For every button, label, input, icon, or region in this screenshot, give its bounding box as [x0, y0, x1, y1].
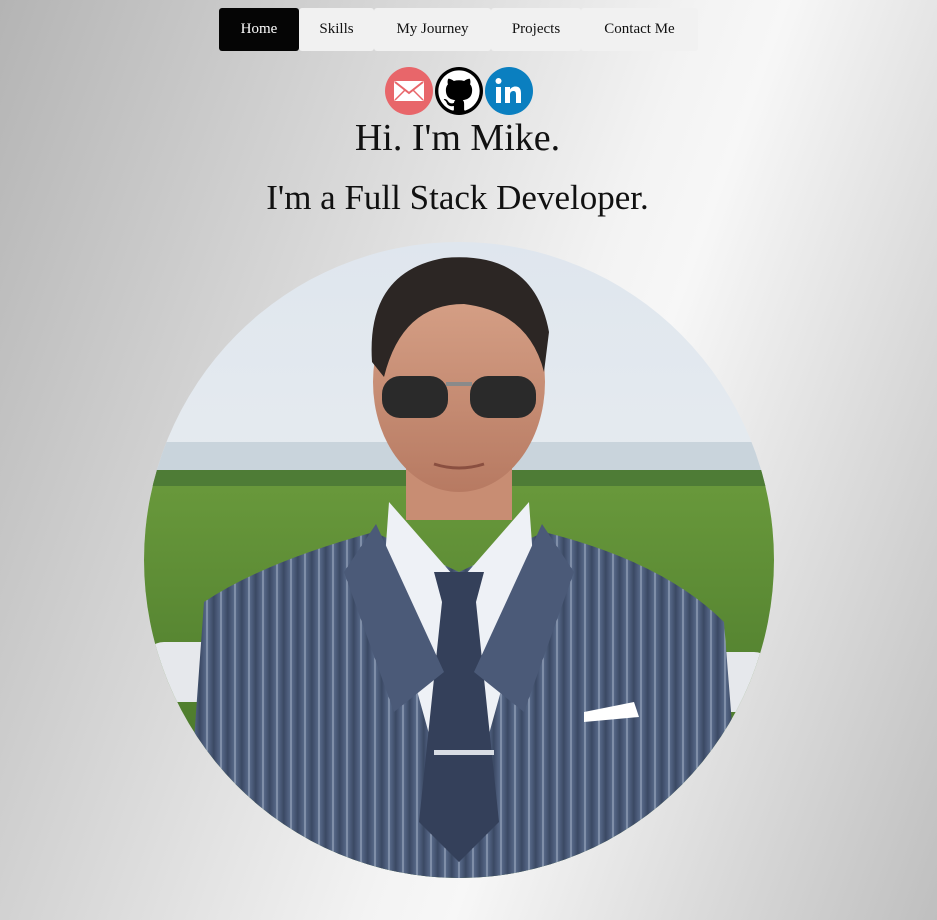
nav-item-my-journey[interactable]: My Journey [374, 8, 491, 51]
greeting-heading: Hi. I'm Mike. [354, 117, 561, 159]
linkedin-link[interactable] [485, 67, 533, 115]
profile-photo [144, 242, 774, 878]
github-link[interactable] [435, 67, 483, 115]
github-icon [438, 70, 480, 111]
main-nav: Home Skills My Journey Projects Contact … [219, 8, 698, 51]
nav-item-home[interactable]: Home [219, 8, 299, 51]
nav-item-contact-me[interactable]: Contact Me [581, 8, 698, 51]
tagline-heading: I'm a Full Stack Developer. [266, 178, 649, 217]
nav-item-skills[interactable]: Skills [299, 8, 374, 51]
social-links [385, 67, 533, 115]
email-icon [394, 81, 424, 101]
linkedin-icon [495, 78, 521, 103]
nav-item-projects[interactable]: Projects [491, 8, 581, 51]
email-link[interactable] [385, 67, 433, 115]
